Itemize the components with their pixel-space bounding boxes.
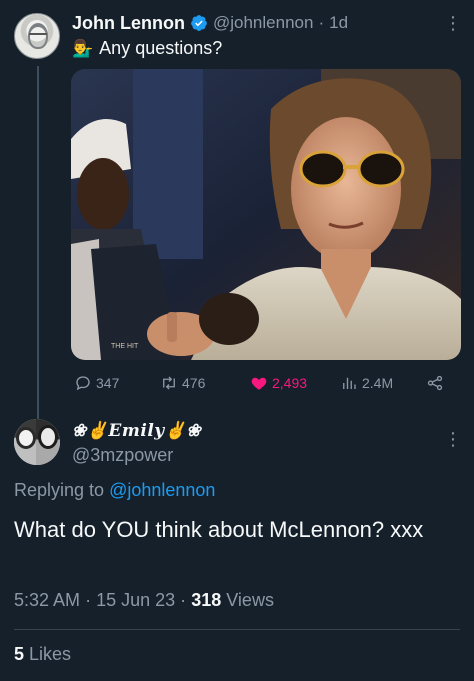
tweet-photo[interactable]: THE HIT: [71, 69, 461, 360]
views-button[interactable]: 2.4M: [340, 372, 393, 394]
likes-number: 5: [14, 644, 25, 664]
reply-icon: [76, 376, 90, 391]
reply-display-name[interactable]: ❀✌𝑬𝒎𝒊𝒍𝒚✌❀: [72, 421, 201, 441]
separator-dot: ·: [318, 13, 325, 32]
views-count: 2.4M: [362, 375, 394, 391]
like-button[interactable]: 2,493: [250, 372, 307, 394]
share-button[interactable]: [426, 372, 444, 394]
likes-summary[interactable]: 5 Likes: [14, 644, 71, 665]
replying-to-handle-link[interactable]: @johnlennon: [109, 480, 215, 500]
reply-avatar[interactable]: [14, 419, 60, 465]
like-count: 2,493: [272, 375, 308, 391]
tweet-text: 💁‍♂️ Any questions?: [72, 38, 222, 59]
person-tipping-hand-emoji-icon: 💁‍♂️: [72, 38, 94, 58]
avatar[interactable]: [14, 13, 60, 59]
tweet-date[interactable]: 15 Jun 23: [96, 590, 175, 610]
meta-separator: ·: [85, 590, 92, 610]
tweet-detail-page: John Lennon @johnlennon · 1d ⋮ 💁‍♂️ Any …: [0, 0, 474, 681]
avatar-face-right: [38, 425, 58, 449]
share-icon: [427, 375, 443, 391]
photo-caption-text: THE HIT: [111, 343, 139, 350]
tweet-meta: 5:32 AM · 15 Jun 23 · 318 Views: [14, 590, 274, 611]
timestamp[interactable]: 1d: [329, 13, 348, 33]
retweet-button[interactable]: 476: [160, 372, 205, 394]
retweet-count: 476: [182, 375, 206, 391]
tweet-text-content: Any questions?: [99, 38, 223, 58]
likes-label: Likes: [29, 644, 72, 664]
more-icon[interactable]: ⋮: [444, 430, 462, 448]
reply-handle[interactable]: @3mzpower: [72, 445, 173, 466]
verified-badge-icon: [190, 14, 208, 32]
views-icon: [343, 377, 356, 389]
avatar-face-left: [16, 427, 36, 449]
thread-connector-line: [37, 66, 39, 422]
handle[interactable]: @johnlennon: [213, 13, 313, 33]
retweet-icon: [163, 376, 175, 390]
tweet-header: John Lennon @johnlennon · 1d: [72, 11, 348, 35]
reply-button[interactable]: 347: [74, 372, 119, 394]
avatar-glasses: [29, 33, 47, 38]
tweet-action-bar: 347 476 2,493 2.4M: [72, 372, 452, 394]
divider: [14, 629, 460, 630]
photo-illustration: THE HIT: [71, 69, 461, 360]
display-name[interactable]: John Lennon: [72, 13, 185, 34]
replying-to-prefix: Replying to: [14, 480, 105, 500]
reply-count: 347: [96, 375, 120, 391]
tweet-time[interactable]: 5:32 AM: [14, 590, 80, 610]
views-label: Views: [226, 590, 274, 610]
views-number: 318: [191, 590, 222, 610]
replying-to-line: Replying to @johnlennon: [14, 480, 215, 501]
reply-text: What do YOU think about McLennon? xxx: [14, 517, 424, 542]
more-icon[interactable]: ⋮: [444, 14, 462, 32]
meta-separator: ·: [180, 590, 187, 610]
heart-icon: [251, 377, 267, 390]
